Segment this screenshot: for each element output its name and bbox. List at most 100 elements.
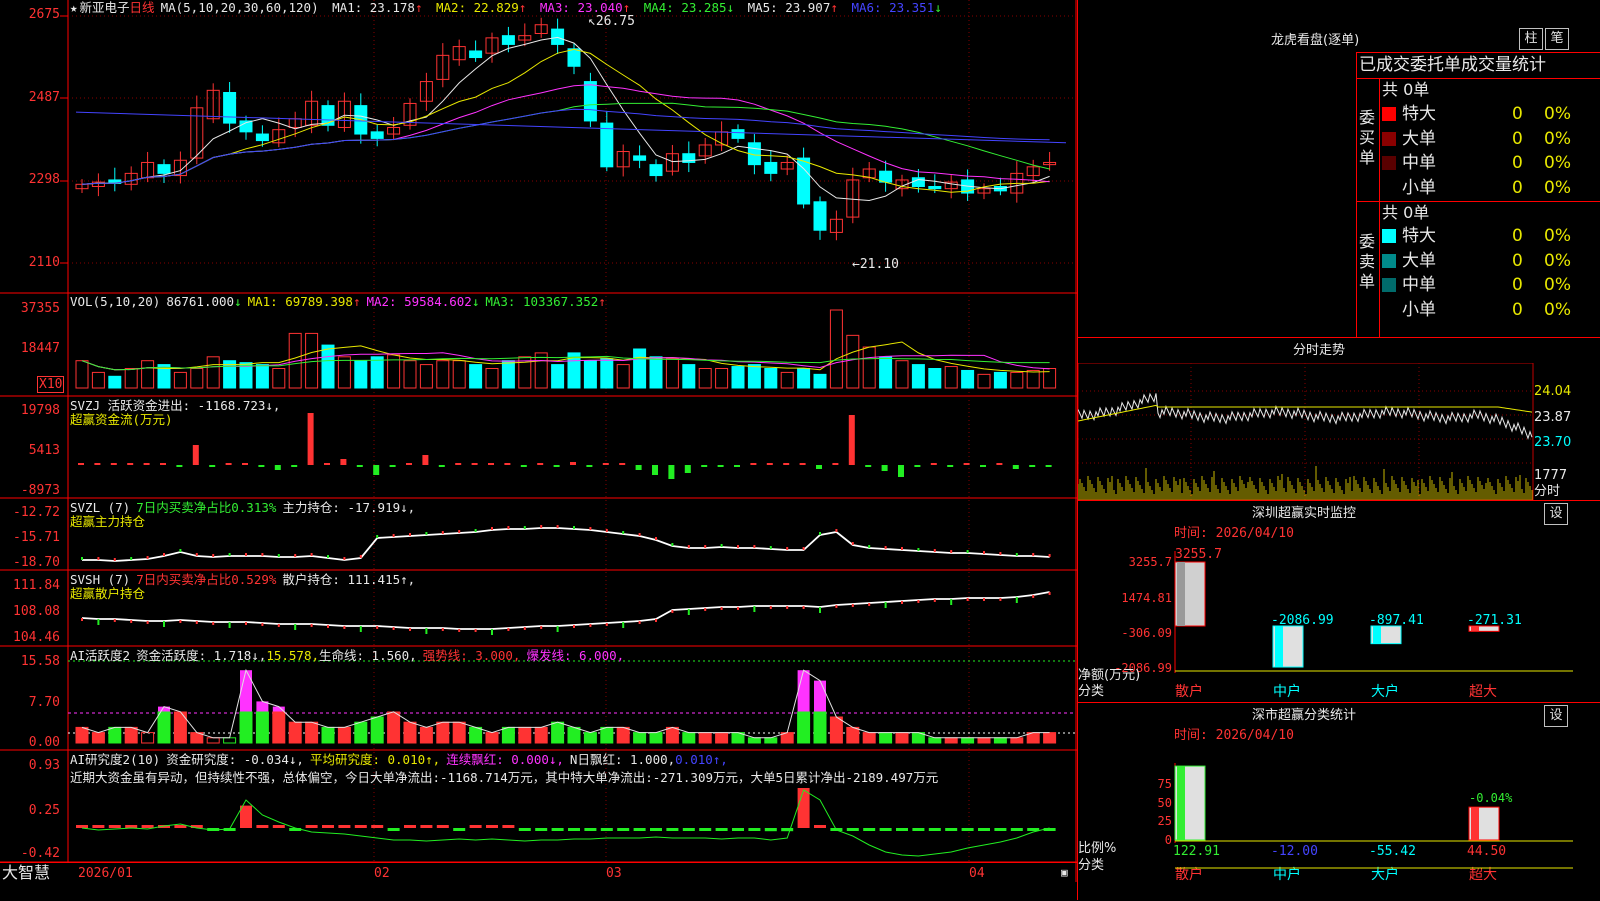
retail-holding-tick — [163, 621, 165, 627]
fund-flow-bar — [882, 465, 888, 471]
retail-holding-tick — [737, 607, 739, 610]
volume-bar — [978, 374, 990, 388]
order-count: 0 — [1512, 225, 1523, 247]
monitor-value-label: 3255.7 — [1175, 547, 1222, 562]
main-holding-tick — [278, 554, 280, 557]
retail-holding-tick — [475, 629, 477, 632]
classify-top-label: -0.04% — [1469, 791, 1513, 805]
order-count: 0 — [1512, 152, 1523, 174]
retail-holding-tick — [557, 626, 559, 632]
fund-flow-bar — [832, 463, 838, 465]
main-holding-tick — [721, 544, 723, 547]
volume-bar — [273, 369, 285, 389]
fund-flow-bar — [127, 463, 133, 465]
activity-bar — [437, 722, 449, 743]
bar-view-button[interactable]: 柱 — [1519, 28, 1543, 50]
research-bar — [732, 828, 744, 831]
retail-holding-tick — [1049, 592, 1051, 595]
fund-flow-bar — [898, 465, 904, 477]
main-holding-tick — [360, 555, 362, 558]
lock-icon[interactable]: ▣ — [1061, 865, 1068, 880]
candle-body — [371, 132, 383, 139]
candle-body — [650, 165, 662, 176]
research-bar — [912, 828, 924, 831]
fund-flow-bar — [996, 463, 1002, 465]
retail-holding-tick — [622, 622, 624, 628]
research-bar — [650, 828, 662, 831]
retail-holding-tick — [491, 629, 493, 635]
main-holding-tick — [475, 529, 477, 532]
volume-bar — [453, 361, 465, 388]
volume-bar — [683, 365, 695, 388]
svzj-sub: 超赢资金流(万元) — [70, 412, 173, 427]
fund-flow-bar — [209, 465, 215, 467]
order-color-swatch — [1382, 229, 1396, 243]
research-bar — [142, 825, 154, 828]
fund-flow-bar — [455, 463, 461, 465]
favorite-star-icon[interactable]: ★ — [70, 0, 78, 15]
ai2-legend: AI研究度2(10)资金研究度: -0.034↓,平均研究度: 0.010↑,连… — [70, 752, 734, 767]
main-holding-tick — [393, 534, 395, 537]
main-holding-tick — [81, 557, 83, 560]
fund-flow-bar — [390, 465, 396, 467]
main-holding-tick — [967, 550, 969, 553]
main-holding-tick — [868, 545, 870, 548]
main-holding-tick — [229, 553, 231, 556]
main-holding-tick — [753, 545, 755, 548]
retail-holding-tick — [999, 598, 1001, 601]
classify-axis-label: 50 — [1158, 796, 1172, 810]
research-bar — [699, 828, 711, 831]
order-color-swatch — [1382, 156, 1396, 170]
intraday-panel[interactable]: 分时走势 24.04 23.87 23.70 1777 分时 — [1078, 337, 1600, 501]
fund-flow-bar — [619, 463, 625, 465]
fund-flow-bar — [176, 465, 182, 467]
ma3-value: MA3: 23.040↑ — [540, 0, 630, 15]
main-holding-tick — [606, 529, 608, 532]
intraday-chart[interactable] — [1078, 363, 1600, 501]
monitor-bar-shade — [1177, 562, 1185, 626]
order-row: 特大00% — [1382, 103, 1600, 125]
svzj-axis-label: 19798 — [2, 404, 60, 418]
volume-bar — [699, 369, 711, 389]
research-bar — [929, 828, 941, 831]
research-bar — [1011, 828, 1023, 831]
main-chart-svg[interactable] — [0, 0, 1077, 882]
fund-flow-bar — [652, 465, 658, 475]
volume-bar — [125, 369, 137, 389]
volume-bar — [338, 357, 350, 388]
main-holding-tick — [639, 533, 641, 536]
monitor-value-label: -2086.99 — [1271, 613, 1334, 628]
ma6-value: MA6: 23.351↓ — [851, 0, 941, 15]
volume-bar — [142, 361, 154, 388]
research-bar — [617, 828, 629, 831]
svzj-axis-label: 5413 — [2, 444, 60, 458]
svsh-axis-label: 111.84 — [2, 579, 60, 593]
order-color-swatch — [1382, 181, 1396, 195]
main-holding-tick — [212, 554, 214, 557]
order-row: 大单00% — [1382, 250, 1600, 272]
main-chart-area[interactable]: ★新亚电子日线MA(5,10,20,30,60,120) MA1: 23.178… — [0, 0, 1077, 882]
research-bar — [765, 828, 777, 831]
fund-flow-bar — [258, 465, 264, 467]
research-bar — [847, 828, 859, 831]
main-holding-tick — [589, 527, 591, 530]
main-holding-tick — [130, 557, 132, 560]
activity-bar — [470, 727, 482, 743]
order-percent: 0% — [1544, 103, 1571, 125]
fund-flow-bar — [800, 463, 806, 465]
research-bar — [371, 825, 383, 828]
volume-bar — [191, 369, 203, 389]
main-holding-tick — [704, 545, 706, 548]
fund-flow-bar — [226, 463, 232, 465]
volume-bar — [880, 357, 892, 388]
main-holding-tick — [1032, 553, 1034, 556]
svzj-axis-label: -8973 — [2, 484, 60, 498]
volume-bar — [1011, 372, 1023, 388]
main-holding-tick — [343, 557, 345, 560]
classify-value-label: -12.00 — [1271, 844, 1318, 859]
tick-view-button[interactable]: 笔 — [1545, 28, 1569, 50]
dragon-tab-header[interactable]: 已成交委托单成交量统计 — [1359, 55, 1546, 75]
period-label[interactable]: 日线 — [130, 0, 155, 15]
activity-bar — [929, 738, 941, 743]
fund-flow-bar — [439, 465, 445, 467]
